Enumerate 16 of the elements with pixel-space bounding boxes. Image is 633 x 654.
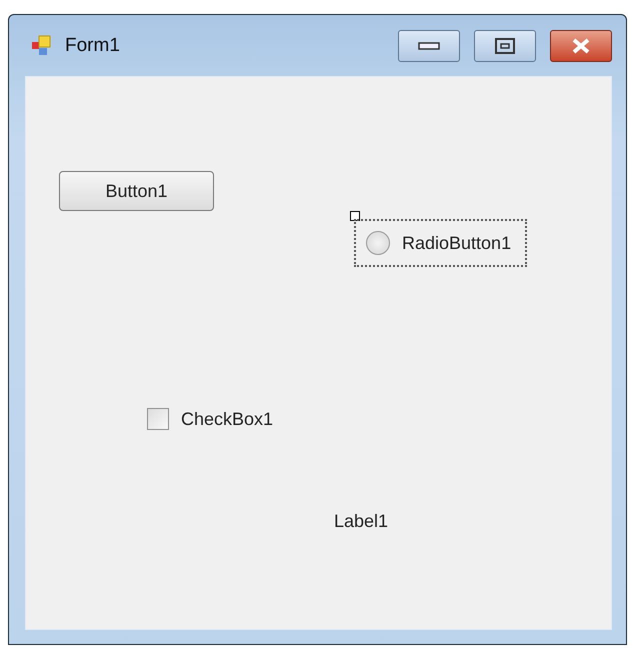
close-icon bbox=[570, 38, 592, 54]
maximize-button[interactable] bbox=[474, 30, 536, 62]
maximize-icon bbox=[495, 38, 515, 54]
form-button[interactable]: Button1 bbox=[59, 171, 214, 211]
radio-label: RadioButton1 bbox=[402, 232, 512, 254]
radio-circle[interactable] bbox=[366, 231, 390, 255]
checkbox[interactable] bbox=[147, 408, 169, 430]
checkbox-control[interactable]: CheckBox1 bbox=[137, 398, 288, 440]
selection-handle[interactable] bbox=[350, 211, 360, 221]
close-button[interactable] bbox=[550, 30, 612, 62]
checkbox-label: CheckBox1 bbox=[181, 408, 274, 430]
minimize-icon bbox=[418, 40, 440, 50]
window-title: Form1 bbox=[65, 34, 121, 56]
radio-button-control[interactable]: RadioButton1 bbox=[356, 221, 526, 265]
minimize-button[interactable] bbox=[398, 30, 460, 62]
form-label: Label1 bbox=[333, 510, 390, 533]
